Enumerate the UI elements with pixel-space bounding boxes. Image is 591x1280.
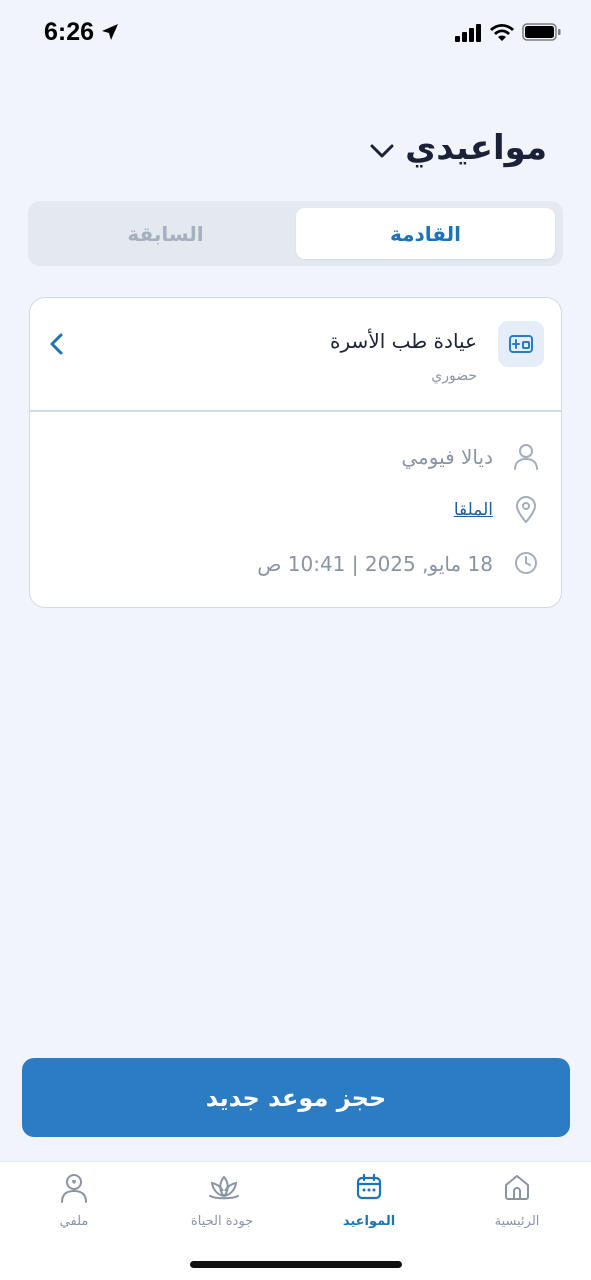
cellular-signal-icon: [455, 24, 481, 42]
clinic-name: عيادة طب الأسرة: [330, 329, 477, 353]
appointment-datetime: 18 مايو, 2025 | 10:41 ص: [257, 552, 493, 576]
doctor-name: ديالا فيومي: [401, 445, 493, 469]
home-indicator: [190, 1261, 402, 1268]
chevron-down-icon[interactable]: [368, 140, 396, 162]
nav-label-appointments: المواعيد: [342, 1214, 396, 1229]
nav-item-quality-of-life[interactable]: جودة الحياة: [162, 1170, 282, 1240]
location-link[interactable]: الملقا: [454, 500, 493, 520]
status-time: 6:26: [44, 18, 95, 46]
clinic-icon-box: [498, 321, 544, 367]
tab-upcoming[interactable]: القادمة: [296, 208, 555, 259]
appointments-tabs: القادمة السابقة: [28, 201, 563, 266]
nav-item-profile[interactable]: ملفي: [14, 1170, 134, 1240]
nav-label-profile: ملفي: [59, 1214, 89, 1229]
location-arrow-icon: [102, 24, 118, 40]
nav-label-home: الرئيسية: [494, 1214, 540, 1229]
tab-past[interactable]: السابقة: [36, 208, 295, 259]
doctor-row: ديالا فيومي: [79, 443, 539, 473]
map-pin-icon: [515, 496, 537, 524]
nav-item-appointments[interactable]: المواعيد: [309, 1170, 429, 1240]
person-icon: [514, 444, 538, 470]
calendar-icon: [356, 1173, 382, 1200]
datetime-row: 18 مايو, 2025 | 10:41 ص: [79, 550, 539, 580]
wifi-icon: [490, 24, 514, 41]
battery-icon: [522, 23, 561, 41]
nav-item-home[interactable]: الرئيسية: [457, 1170, 577, 1240]
home-icon: [505, 1175, 529, 1200]
chevron-left-icon[interactable]: [47, 332, 67, 356]
appointment-card[interactable]: عيادة طب الأسرة حضوري ديالا فيومي الملقا…: [29, 297, 562, 608]
book-appointment-button[interactable]: حجز موعد جديد: [22, 1058, 570, 1137]
visit-type: حضوري: [431, 368, 477, 384]
clinic-building-icon: [509, 335, 533, 353]
nav-label-quality-of-life: جودة الحياة: [190, 1214, 254, 1229]
status-bar: 6:26: [0, 0, 591, 64]
page-title[interactable]: مواعيدي: [405, 128, 547, 168]
profile-icon: [61, 1174, 87, 1203]
clock-icon: [515, 552, 537, 574]
location-row: الملقا: [79, 496, 539, 526]
lotus-icon: [209, 1175, 239, 1200]
card-divider: [30, 410, 561, 412]
